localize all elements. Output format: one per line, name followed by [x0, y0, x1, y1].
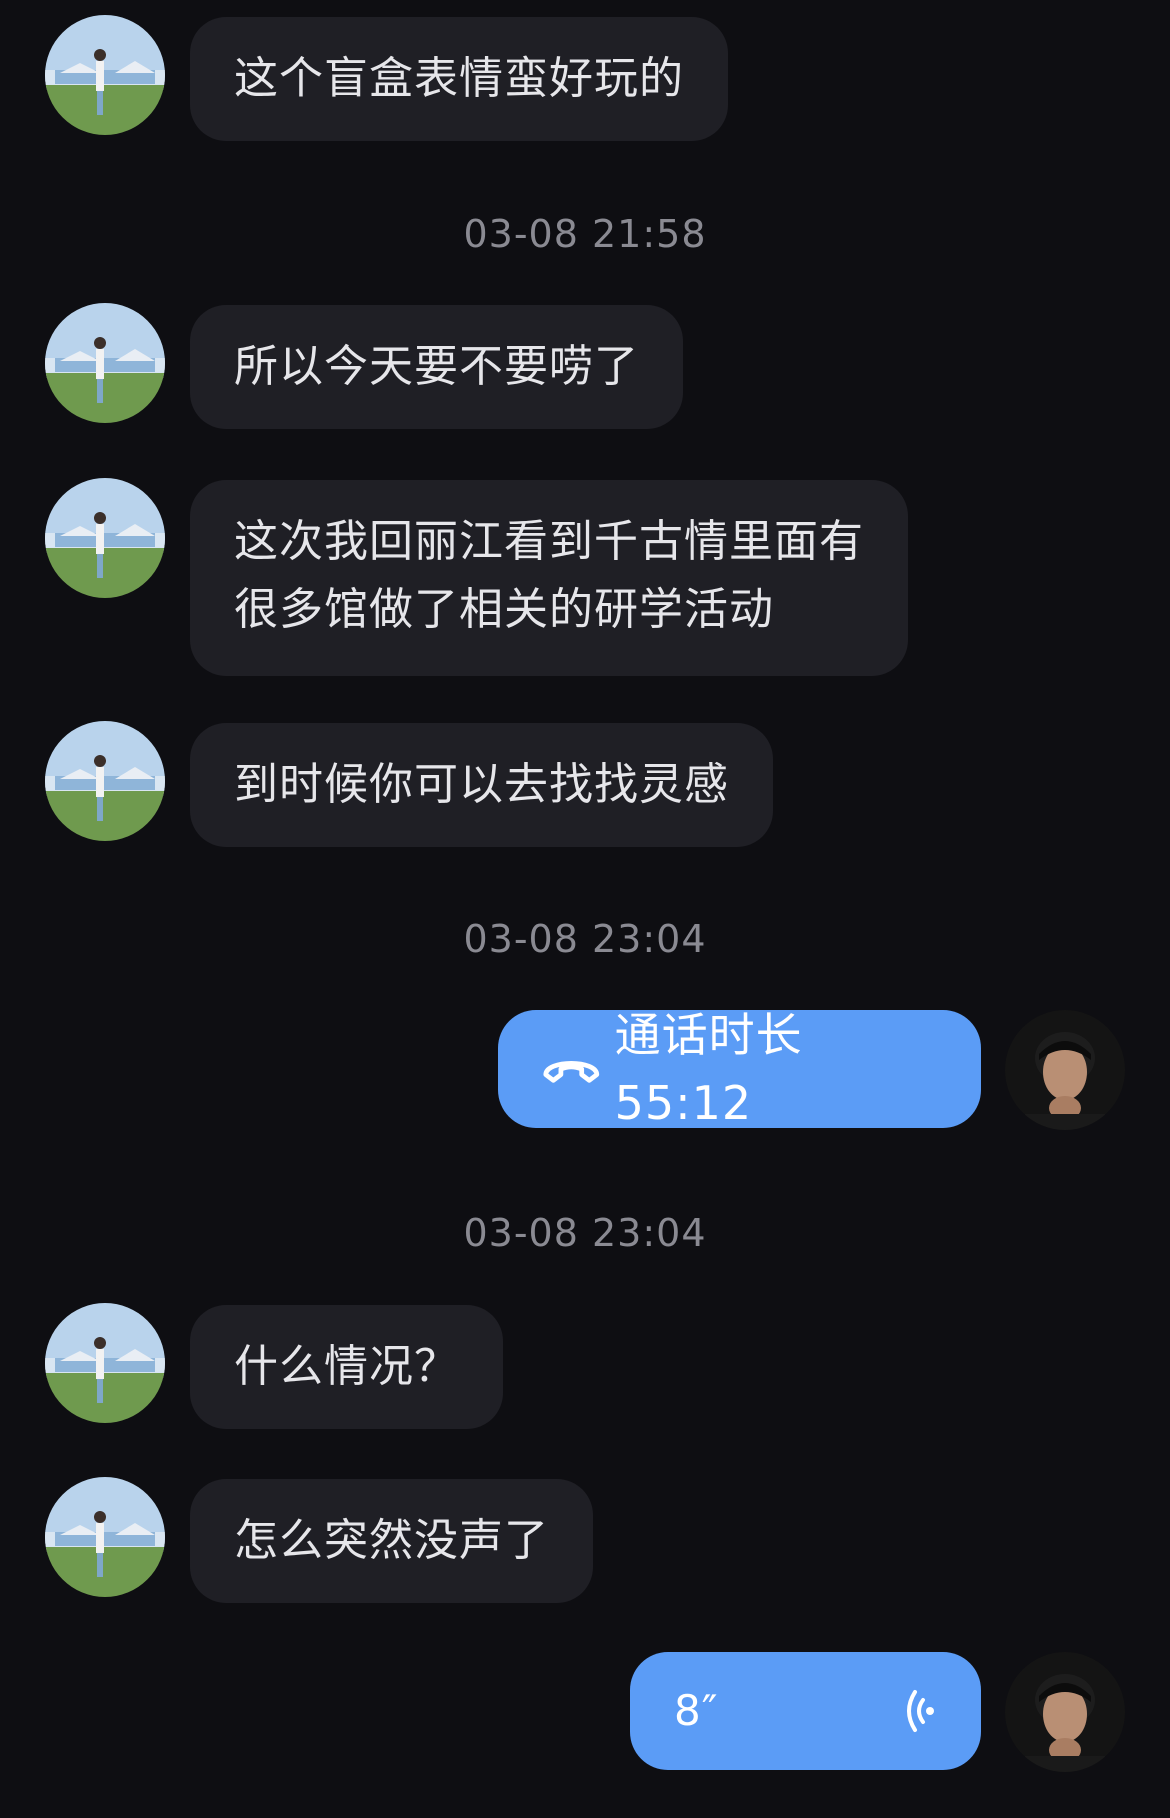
- user-avatar[interactable]: [1005, 1652, 1125, 1772]
- contact-avatar-image: [45, 1303, 165, 1423]
- incoming-message-bubble[interactable]: 这次我回丽江看到千古情里面有 很多馆做了相关的研学活动: [190, 480, 908, 676]
- contact-avatar[interactable]: [45, 478, 165, 598]
- incoming-message-bubble[interactable]: 怎么突然没声了: [190, 1479, 593, 1603]
- chat-thread: 这个盲盒表情蛮好玩的 03-08 21:58 所以今天要不要唠了 这次我回丽江看…: [0, 0, 1170, 1818]
- contact-avatar-image: [45, 303, 165, 423]
- phone-hangup-icon: [543, 1060, 600, 1083]
- call-duration-label: 通话时长 55:12: [614, 1008, 819, 1130]
- voice-message-bubble[interactable]: 8″: [630, 1652, 981, 1770]
- incoming-message-bubble[interactable]: 这个盲盒表情蛮好玩的: [190, 17, 728, 141]
- contact-avatar-image: [45, 15, 165, 135]
- incoming-message-bubble[interactable]: 所以今天要不要唠了: [190, 305, 683, 429]
- contact-avatar[interactable]: [45, 1477, 165, 1597]
- call-duration-bubble[interactable]: 通话时长 55:12: [498, 1008, 981, 1130]
- incoming-message-bubble[interactable]: 到时候你可以去找找灵感: [190, 723, 773, 847]
- user-avatar-image: [1005, 1010, 1125, 1130]
- voice-duration-label: 8″: [674, 1686, 719, 1735]
- voice-wave-icon: [907, 1690, 934, 1732]
- contact-avatar-image: [45, 721, 165, 841]
- contact-avatar-image: [45, 1477, 165, 1597]
- timestamp: 03-08 21:58: [463, 212, 707, 256]
- contact-avatar-image: [45, 478, 165, 598]
- contact-avatar[interactable]: [45, 303, 165, 423]
- timestamp: 03-08 23:04: [463, 1211, 707, 1255]
- user-avatar[interactable]: [1005, 1010, 1125, 1130]
- contact-avatar[interactable]: [45, 1303, 165, 1423]
- incoming-message-bubble[interactable]: 什么情况？: [190, 1305, 503, 1429]
- contact-avatar[interactable]: [45, 721, 165, 841]
- timestamp: 03-08 23:04: [463, 917, 707, 961]
- user-avatar-image: [1005, 1652, 1125, 1772]
- contact-avatar[interactable]: [45, 15, 165, 135]
